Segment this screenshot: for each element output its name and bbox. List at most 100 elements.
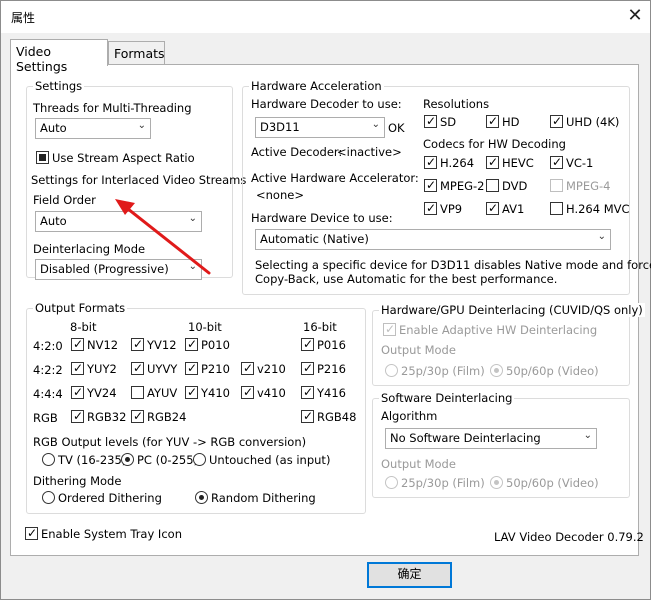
rgb-pc-radio[interactable]: PC (0-255) (121, 453, 198, 469)
checkbox-box (71, 408, 84, 424)
fmt-rgb24-checkbox[interactable]: RGB24 (131, 408, 186, 426)
fmt-v210-label: v210 (257, 362, 286, 376)
chevron-down-icon: ⌄ (188, 261, 197, 272)
algorithm-label: Algorithm (381, 409, 438, 423)
row-rgb-label: RGB (33, 411, 58, 425)
ok-button[interactable]: 确定 (367, 562, 452, 588)
field-order-select[interactable]: Auto ⌄ (35, 211, 202, 232)
checkbox-box (486, 200, 499, 216)
codec-h264mvc-checkbox[interactable]: H.264 MVC (550, 202, 630, 218)
chevron-down-icon: ⌄ (137, 120, 146, 131)
fmt-uyvy-checkbox[interactable]: UYVY (131, 360, 177, 378)
fmt-y416-checkbox[interactable]: Y416 (301, 384, 346, 402)
fmt-ayuv-checkbox[interactable]: AYUV (131, 386, 177, 402)
field-order-label: Field Order (33, 193, 96, 207)
dither-ordered-radio[interactable]: Ordered Dithering (42, 491, 162, 507)
fmt-ayuv-label: AYUV (147, 386, 178, 400)
adaptive-hw-deint-checkbox[interactable]: Enable Adaptive HW Deinterlacing (383, 321, 597, 339)
hw-mode-film-radio[interactable]: 25p/30p (Film) (385, 364, 485, 380)
hw-deint-title: Hardware/GPU Deinterlacing (CUVID/QS onl… (379, 303, 645, 317)
codec-dvd-checkbox[interactable]: DVD (486, 179, 527, 195)
res-hd-checkbox[interactable]: HD (486, 113, 520, 131)
threads-select[interactable]: Auto ⌄ (35, 118, 151, 139)
hw-mode-film-label: 25p/30p (Film) (401, 364, 485, 378)
sw-mode-video-radio[interactable]: 50p/60p (Video) (490, 476, 599, 492)
fmt-yuy2-label: YUY2 (87, 362, 117, 376)
fmt-v210-checkbox[interactable]: v210 (241, 360, 286, 378)
radio-circle (490, 476, 503, 489)
fmt-p010-checkbox[interactable]: P010 (185, 336, 230, 354)
codec-mpeg2-checkbox[interactable]: MPEG-2 (424, 177, 485, 195)
hw-device-label: Hardware Device to use: (251, 211, 393, 225)
algorithm-select[interactable]: No Software Deinterlacing ⌄ (385, 428, 597, 449)
radio-circle (42, 491, 55, 504)
fmt-p210-checkbox[interactable]: P210 (185, 360, 230, 378)
stream-aspect-checkbox[interactable]: Use Stream Aspect Ratio (36, 151, 195, 167)
codec-h264-checkbox[interactable]: H.264 (424, 154, 475, 172)
fmt-p216-checkbox[interactable]: P216 (301, 360, 346, 378)
codec-mpeg2-label: MPEG-2 (440, 179, 485, 193)
rgb-tv-radio[interactable]: TV (16-235) (42, 453, 126, 469)
checkbox-box (131, 408, 144, 424)
fmt-nv12-label: NV12 (87, 338, 119, 352)
tab-formats[interactable]: Formats (108, 41, 165, 65)
hw-decoder-select[interactable]: D3D11 ⌄ (255, 117, 385, 138)
hw-mode-video-radio[interactable]: 50p/60p (Video) (490, 364, 599, 380)
system-tray-checkbox[interactable]: Enable System Tray Icon (25, 525, 182, 543)
fmt-v410-checkbox[interactable]: v410 (241, 384, 286, 402)
sw-mode-video-label: 50p/60p (Video) (506, 476, 599, 490)
rgb-tv-label: TV (16-235) (58, 453, 127, 467)
checkbox-box (301, 384, 314, 400)
codec-h264-label: H.264 (440, 156, 475, 170)
fmt-p016-checkbox[interactable]: P016 (301, 336, 346, 354)
codec-mpeg4-checkbox[interactable]: MPEG-4 (550, 179, 611, 195)
checkbox-box (424, 113, 437, 129)
hw-device-note-line1: Selecting a specific device for D3D11 di… (255, 258, 651, 272)
checkbox-box (241, 384, 254, 400)
checkbox-box (424, 200, 437, 216)
threads-value: Auto (40, 121, 67, 135)
fmt-rgb32-label: RGB32 (87, 410, 127, 424)
sw-mode-film-radio[interactable]: 25p/30p (Film) (385, 476, 485, 492)
sw-mode-film-label: 25p/30p (Film) (401, 476, 485, 490)
codec-vp9-checkbox[interactable]: VP9 (424, 200, 462, 218)
dither-random-label: Random Dithering (211, 491, 316, 505)
rgb-untouched-radio[interactable]: Untouched (as input) (193, 453, 330, 469)
fmt-nv12-checkbox[interactable]: NV12 (71, 336, 119, 354)
close-icon[interactable]: ✕ (623, 5, 647, 29)
fmt-yuy2-checkbox[interactable]: YUY2 (71, 360, 117, 378)
system-tray-label: Enable System Tray Icon (41, 527, 182, 541)
sw-deint-title: Software Deinterlacing (379, 391, 515, 405)
checkbox-box (131, 386, 144, 399)
fmt-y410-checkbox[interactable]: Y410 (185, 384, 230, 402)
rgb-levels-label: RGB Output levels (for YUV -> RGB conver… (33, 435, 307, 449)
deinterlacing-mode-select[interactable]: Disabled (Progressive) ⌄ (35, 259, 202, 280)
fmt-yv12-checkbox[interactable]: YV12 (131, 336, 177, 354)
hw-accel-title: Hardware Acceleration (249, 79, 384, 93)
active-accel-label: Active Hardware Accelerator: (251, 171, 419, 185)
deinterlacing-mode-label: Deinterlacing Mode (33, 242, 146, 256)
tab-video-settings[interactable]: Video Settings (10, 39, 108, 74)
dither-random-radio[interactable]: Random Dithering (195, 491, 316, 507)
codec-av1-checkbox[interactable]: AV1 (486, 200, 524, 218)
algorithm-value: No Software Deinterlacing (390, 431, 541, 445)
fmt-rgb32-checkbox[interactable]: RGB32 (71, 408, 127, 426)
codec-vc1-checkbox[interactable]: VC-1 (550, 154, 593, 172)
radio-circle (193, 453, 206, 466)
chevron-down-icon: ⌄ (597, 231, 606, 242)
fmt-yv24-label: YV24 (87, 386, 117, 400)
res-sd-checkbox[interactable]: SD (424, 113, 456, 131)
dither-label: Dithering Mode (33, 474, 122, 488)
fmt-yv24-checkbox[interactable]: YV24 (71, 384, 117, 402)
res-hd-label: HD (502, 115, 520, 129)
hw-device-select[interactable]: Automatic (Native) ⌄ (255, 229, 611, 250)
settings-group: Settings Threads for Multi-Threading Aut… (26, 79, 246, 280)
codec-mpeg4-label: MPEG-4 (566, 179, 611, 193)
checkbox-box (131, 360, 144, 376)
checkbox-box (131, 336, 144, 352)
res-uhd-checkbox[interactable]: UHD (4K) (550, 113, 619, 131)
codec-hevc-checkbox[interactable]: HEVC (486, 154, 534, 172)
codec-h264mvc-label: H.264 MVC (566, 202, 630, 216)
checkbox-box (301, 360, 314, 376)
fmt-rgb48-checkbox[interactable]: RGB48 (301, 408, 356, 426)
